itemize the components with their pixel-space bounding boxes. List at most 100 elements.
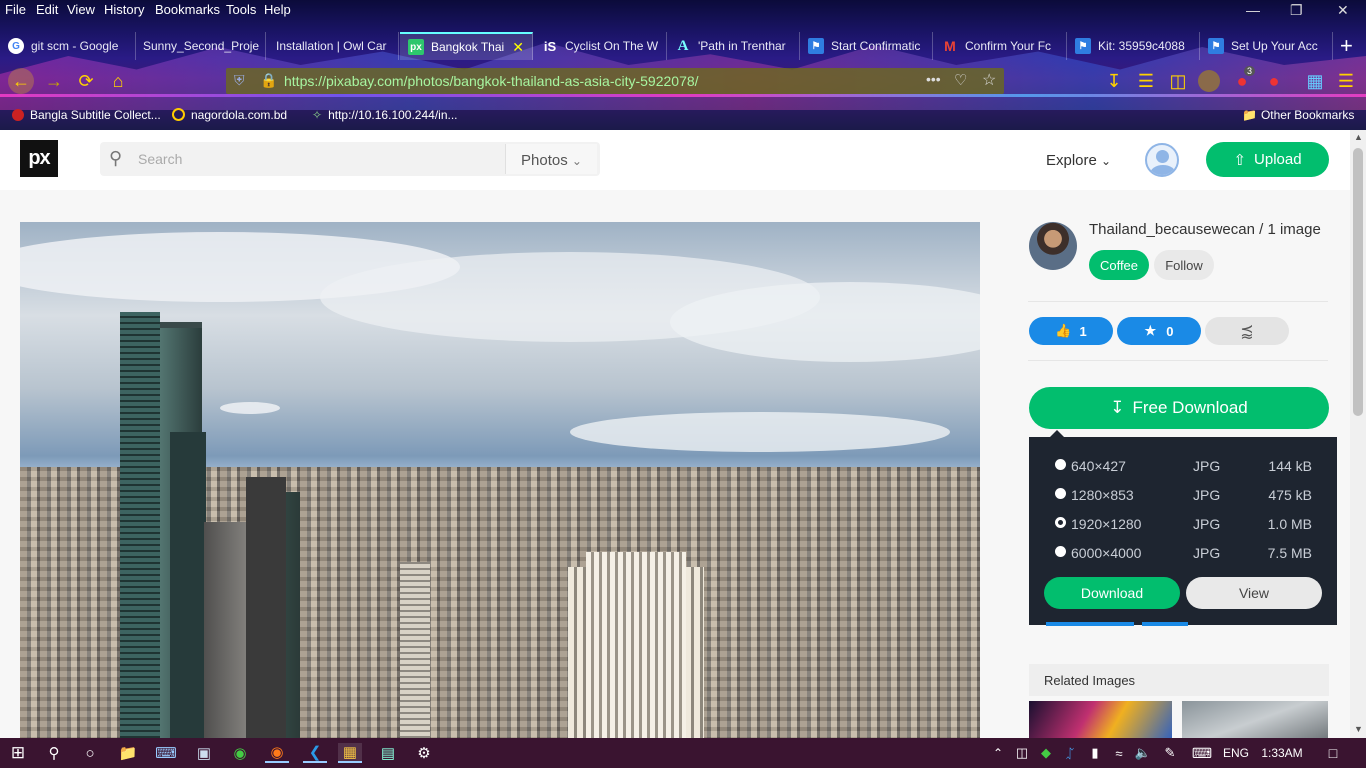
shield-icon[interactable]: ⛨ — [234, 72, 245, 89]
keyboard-app-icon[interactable]: ⌨ — [155, 743, 177, 763]
downloads-icon[interactable]: ↧ — [1102, 70, 1126, 92]
related-image-thumb[interactable] — [1182, 701, 1328, 738]
download-option-6000[interactable]: 6000×4000 JPG 7.5 MB — [1029, 539, 1337, 568]
share-button[interactable]: ⪷ — [1205, 317, 1289, 345]
author-name[interactable]: Thailand_becausewecan / 1 image — [1089, 221, 1321, 238]
tab-git-scm[interactable]: G git scm - Google — [0, 32, 136, 60]
like-button[interactable]: 👍 1 — [1029, 317, 1113, 345]
reload-icon[interactable]: ⟳ — [74, 70, 98, 92]
bookmark-local-ip[interactable]: ✧ http://10.16.100.244/in... — [312, 108, 458, 122]
menu-tools[interactable]: Tools — [226, 2, 256, 17]
battery-icon[interactable]: ▮ — [1086, 743, 1104, 763]
tab-bangkok-thailand[interactable]: px Bangkok Thai ✕ — [400, 32, 533, 60]
tab-kit[interactable]: ⚑ Kit: 35959c4088 — [1067, 32, 1200, 60]
chrome-icon[interactable]: ◉ — [230, 743, 250, 763]
pen-icon[interactable]: ✎ — [1160, 743, 1180, 763]
photos-app-icon[interactable]: ▣ — [194, 743, 214, 763]
notifications-icon[interactable]: □ — [1324, 743, 1342, 763]
follow-button[interactable]: Follow — [1154, 250, 1214, 280]
tab-sunny-project[interactable]: Sunny_Second_Proje — [133, 32, 266, 60]
address-bar[interactable]: ⛨ 🔒 https://pixabay.com/photos/bangkok-t… — [226, 68, 1004, 94]
language-indicator[interactable]: ENG — [1222, 743, 1250, 763]
bookmark-bangla-subtitle[interactable]: Bangla Subtitle Collect... — [12, 108, 161, 122]
scroll-down-icon[interactable]: ▼ — [1354, 724, 1363, 734]
download-button[interactable]: Download — [1044, 577, 1180, 609]
tab-path-trentham[interactable]: A 'Path in Trenthar — [667, 32, 800, 60]
menu-help[interactable]: Help — [264, 2, 291, 17]
radio-button[interactable] — [1055, 546, 1066, 557]
sticky-app-icon[interactable]: ▦ — [338, 743, 362, 763]
chevron-up-icon[interactable]: ⌃ — [990, 743, 1006, 763]
download-option-1280[interactable]: 1280×853 JPG 475 kB — [1029, 481, 1337, 510]
search-input[interactable]: Search — [138, 151, 182, 167]
settings-gear-icon[interactable]: ⚙ — [414, 743, 434, 763]
tomato-extension-icon[interactable]: ● — [1262, 70, 1286, 92]
search-box[interactable]: ⚲ Search Photos ⌄ — [100, 142, 600, 176]
windows-start-icon[interactable]: ⊞ — [8, 743, 28, 763]
media-type-select[interactable]: Photos ⌄ — [505, 144, 597, 174]
tab-owl-carousel[interactable]: Installation | Owl Car — [266, 32, 399, 60]
extensions-grid-icon[interactable]: ▦ — [1303, 70, 1327, 92]
hamburger-menu-icon[interactable]: ☰ — [1334, 70, 1358, 92]
wifi-icon[interactable]: ≈ — [1110, 743, 1128, 763]
minimize-icon[interactable]: — — [1246, 2, 1260, 18]
menu-view[interactable]: View — [67, 2, 95, 17]
view-button[interactable]: View — [1186, 577, 1322, 609]
close-tab-icon[interactable]: ✕ — [512, 39, 524, 56]
page-scrollbar[interactable]: ▲ ▼ — [1350, 130, 1366, 738]
radio-button[interactable] — [1055, 459, 1066, 470]
sidebar-icon[interactable]: ◫ — [1166, 70, 1190, 92]
page-actions-icon[interactable]: ••• — [926, 71, 941, 87]
tab-cyclist[interactable]: iS Cyclist On The W — [534, 32, 667, 60]
menu-file[interactable]: File — [5, 2, 26, 17]
cortana-icon[interactable]: ○ — [80, 743, 100, 763]
lock-icon[interactable]: 🔒 — [260, 72, 277, 89]
clock[interactable]: 1:33AM — [1260, 743, 1304, 763]
menu-history[interactable]: History — [104, 2, 144, 17]
scrollbar-thumb[interactable] — [1353, 148, 1363, 416]
explore-menu[interactable]: Explore ⌄ — [1046, 152, 1111, 169]
new-tab-icon[interactable]: + — [1340, 33, 1353, 59]
search-icon[interactable]: ⚲ — [44, 743, 64, 763]
security-icon[interactable]: ◆ — [1038, 743, 1054, 763]
menu-bookmarks[interactable]: Bookmarks — [155, 2, 220, 17]
download-option-1920[interactable]: 1920×1280 JPG 1.0 MB — [1029, 510, 1337, 539]
related-image-thumb[interactable] — [1029, 701, 1172, 738]
bookmark-nagordola[interactable]: nagordola.com.bd — [172, 108, 287, 122]
keyboard-icon[interactable]: ⌨ — [1190, 743, 1214, 763]
download-option-640[interactable]: 640×427 JPG 144 kB — [1029, 452, 1337, 481]
close-window-icon[interactable]: ✕ — [1337, 2, 1349, 19]
bluetooth-icon[interactable]: ᛢ — [1062, 743, 1078, 763]
pixabay-logo[interactable]: px — [20, 140, 58, 177]
radio-button[interactable] — [1055, 488, 1066, 499]
account-avatar-icon[interactable] — [1198, 70, 1220, 92]
vscode-icon[interactable]: ❮ — [303, 743, 327, 763]
tab-set-up-account[interactable]: ⚑ Set Up Your Acc — [1200, 32, 1333, 60]
coffee-button[interactable]: Coffee — [1089, 250, 1149, 280]
notepad-icon[interactable]: ▤ — [378, 743, 398, 763]
favorite-button[interactable]: ★ 0 — [1117, 317, 1201, 345]
free-download-button[interactable]: ↧ Free Download — [1029, 387, 1329, 429]
menu-edit[interactable]: Edit — [36, 2, 58, 17]
device-icon[interactable]: ◫ — [1014, 743, 1030, 763]
tab-start-confirmation[interactable]: ⚑ Start Confirmatic — [800, 32, 933, 60]
back-icon[interactable]: ← — [8, 68, 34, 94]
file-explorer-icon[interactable]: 📁 — [118, 743, 138, 763]
library-icon[interactable]: ☰ — [1134, 70, 1158, 92]
other-bookmarks[interactable]: 📁 Other Bookmarks — [1242, 108, 1354, 122]
upload-button[interactable]: ⇧ Upload — [1206, 142, 1329, 177]
main-photo[interactable] — [20, 222, 980, 738]
pocket-icon[interactable]: ♡ — [954, 71, 967, 89]
scroll-up-icon[interactable]: ▲ — [1354, 132, 1363, 142]
url-text[interactable]: https://pixabay.com/photos/bangkok-thail… — [284, 73, 699, 89]
home-icon[interactable]: ⌂ — [106, 70, 130, 92]
tab-confirm-your[interactable]: M Confirm Your Fc — [934, 32, 1067, 60]
bookmark-star-icon[interactable]: ☆ — [982, 70, 996, 90]
restore-icon[interactable]: ❐ — [1290, 2, 1303, 19]
firefox-icon[interactable]: ◉ — [265, 743, 289, 763]
author-avatar[interactable] — [1029, 222, 1077, 270]
forward-icon[interactable]: → — [42, 70, 66, 92]
radio-button-selected[interactable] — [1055, 517, 1066, 528]
extension-icon[interactable]: ● 3 — [1230, 66, 1256, 92]
avatar[interactable] — [1145, 143, 1179, 177]
